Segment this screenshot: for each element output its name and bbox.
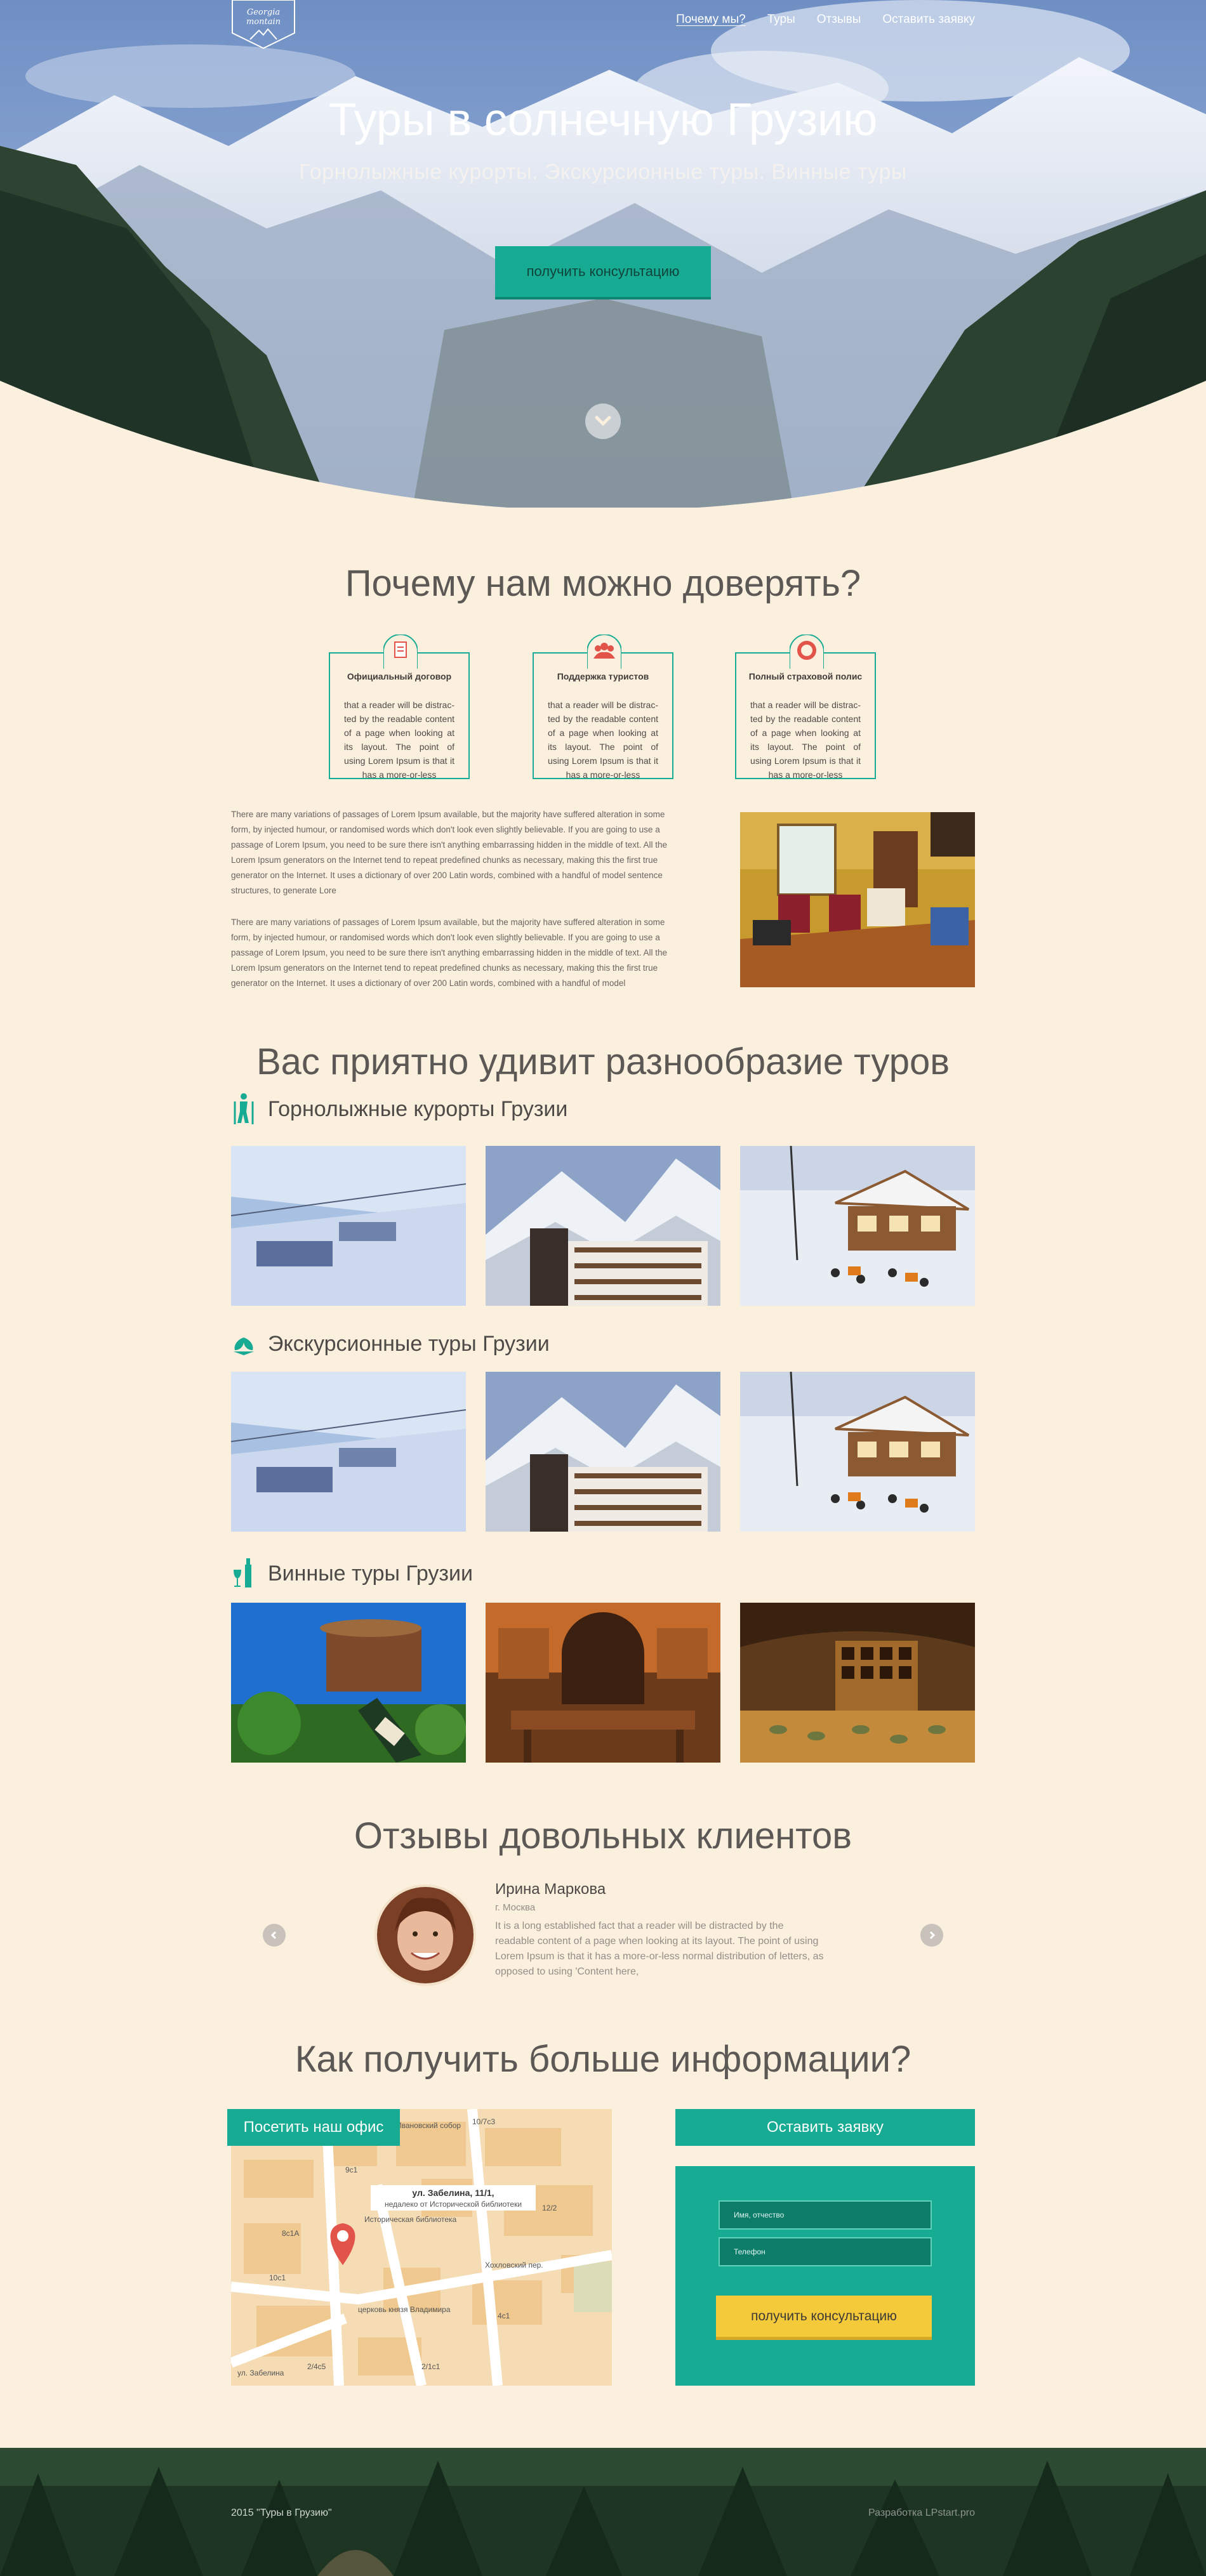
review-prev-button[interactable] [263,1924,286,1947]
map-label: Историческая библиотека [364,2215,457,2224]
avatar [374,1884,476,1986]
trust-card-text: that a reader will be distrac-ted by the… [344,700,454,780]
map-label: 12/2 [542,2204,557,2212]
map-note: недалеко от Исторической библиотеки [385,2200,522,2209]
hero-consult-button[interactable]: получить консультацию [495,246,711,299]
trust-paragraph-2: There are many variations of passages of… [231,917,667,988]
chevron-right-icon [929,1931,936,1940]
trust-card-title: Официальный договор [347,671,452,681]
map-label: Ивановский собор [396,2121,461,2130]
map-label: 2/1с1 [421,2362,441,2371]
trust-paragraph-1: There are many variations of passages of… [231,810,667,895]
reviewer-photo [377,1887,474,1983]
reviewer-city: г. Москва [495,1902,536,1913]
ski-resort-image [231,1372,466,1532]
map-label: 4с1 [498,2311,510,2320]
office-tab[interactable]: Посетить наш офис [227,2109,400,2146]
trust-card-text: that a reader will be distrac-ted by the… [750,700,861,780]
map-label: 10с1 [269,2273,286,2282]
scroll-down-button[interactable] [585,404,621,439]
nav-why-us[interactable]: Почему мы? [676,13,746,27]
trust-card-contract: Официальный договор that a reader will b… [329,634,470,780]
trust-title: Почему нам можно доверять? [345,563,861,604]
ski-hotel-image [486,1146,720,1306]
nav-reviews[interactable]: Отзывы [817,13,861,27]
review-text: It is a long established fact that a rea… [495,1921,824,1977]
trust-card-text: that a reader will be distrac-ted by the… [548,700,658,780]
trust-card-title: Поддержка туристов [557,671,649,681]
name-input[interactable] [719,2200,932,2230]
wine-tasting-room-image [740,1603,975,1763]
nav-request[interactable]: Оставить заявку [882,13,975,27]
category-excursion: Экскурсионные туры Грузии [231,1327,550,1360]
phone-input[interactable] [719,2237,932,2266]
category-excursion-title: Экскурсионные туры Грузии [268,1331,550,1356]
footer-developer-link[interactable]: Разработка LPstart.pro [868,2507,975,2519]
wine-icon [234,1558,251,1587]
review-next-button[interactable] [920,1924,943,1947]
ski-lodge-image [740,1146,975,1306]
map-address: ул. Забелина, 11/1, [412,2188,494,2198]
tour-photo-ski-3[interactable] [740,1146,975,1306]
footer: 2015 "Туры в Грузию" Разработка LPstart.… [0,2448,1206,2576]
ski-lodge-image [740,1372,975,1532]
lifebuoy-icon [790,634,824,669]
tour-photo-excursion-2[interactable] [486,1372,720,1532]
trust-card-support: Поддержка туристов that a reader will be… [533,634,673,780]
main-nav: Почему мы? Туры Отзывы Оставить заявку [676,13,975,27]
trust-card-title: Полный страховой полис [748,671,863,681]
group-icon [587,634,621,669]
contact-title: Как получить больше информации? [295,2039,911,2080]
category-wine-title: Винные туры Грузии [268,1561,473,1586]
form-consult-button[interactable]: получить консультацию [716,2296,932,2340]
nav-tours[interactable]: Туры [767,13,795,27]
wine-bottle-monument-image [231,1603,466,1763]
category-ski: Горнолыжные курорты Грузии [231,1093,567,1126]
hero-subtitle: Горнолыжные курорты. Экскурсионные туры.… [299,160,907,184]
office-map[interactable]: ул. Забелина, 11/1, недалеко от Историче… [231,2109,612,2386]
category-wine: Винные туры Грузии [231,1557,473,1590]
wine-cellar-image [486,1603,720,1763]
tour-photo-wine-3[interactable] [740,1603,975,1763]
skier-icon [234,1093,254,1124]
hero-title: Туры в солнечную Грузию [328,95,878,145]
map-label: Хохловский пер. [485,2261,543,2270]
tour-photo-excursion-3[interactable] [740,1372,975,1532]
leaf-icon [234,1337,254,1355]
map-label: церковь князя Владимира [358,2305,451,2314]
map-label: 8с1А [282,2229,299,2238]
tour-photo-ski-1[interactable] [231,1146,466,1306]
reviewer-name: Ирина Маркова [495,1881,606,1898]
reviews-title: Отзывы довольных клиентов [354,1815,852,1856]
chevron-down-icon [595,416,611,426]
forest-background [0,2448,1206,2576]
street-map: ул. Забелина, 11/1, недалеко от Историче… [231,2109,612,2386]
logo[interactable]: Georgia montain [231,0,296,49]
request-form-tab[interactable]: Оставить заявку [675,2109,975,2146]
office-photo [740,812,975,987]
ski-hotel-image [486,1372,720,1532]
tour-photo-excursion-1[interactable] [231,1372,466,1532]
tour-photo-wine-1[interactable] [231,1603,466,1763]
map-label: ул. Забелина [237,2369,284,2377]
logo-text: Georgia montain [246,8,281,27]
map-label: 10/7с3 [472,2117,495,2126]
request-form: получить консультацию [675,2166,975,2386]
ski-resort-image [231,1146,466,1306]
tour-photo-ski-2[interactable] [486,1146,720,1306]
footer-copyright: 2015 "Туры в Грузию" [231,2507,332,2518]
tour-photo-wine-2[interactable] [486,1603,720,1763]
map-label: 2/4с5 [307,2362,326,2371]
chevron-left-icon [270,1931,277,1940]
tours-title: Вас приятно удивит разнообразие туров [256,1041,950,1082]
document-icon [383,634,418,669]
trust-card-insurance: Полный страховой полис that a reader wil… [735,634,876,780]
map-label: 9с1 [345,2165,358,2174]
category-ski-title: Горнолыжные курорты Грузии [268,1096,568,1121]
